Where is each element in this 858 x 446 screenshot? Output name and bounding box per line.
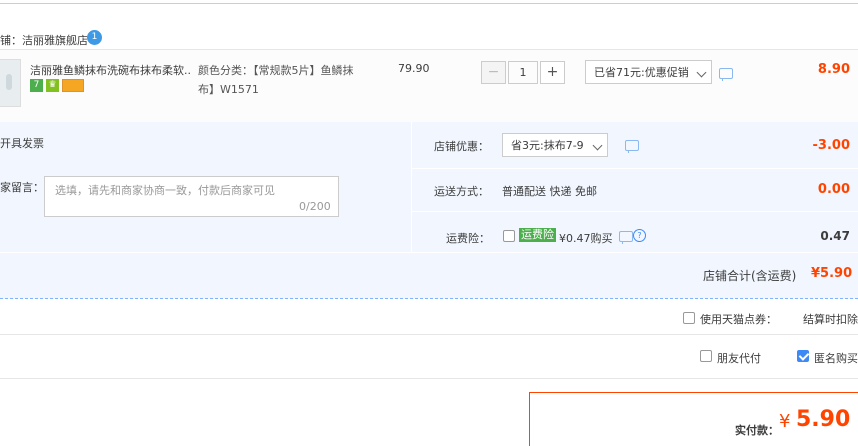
- comment-icon[interactable]: [625, 140, 639, 153]
- service-badges: 7 ♛: [30, 79, 87, 92]
- increase-quantity-button[interactable]: +: [540, 61, 565, 84]
- quality-guarantee-icon[interactable]: ♛: [46, 79, 59, 92]
- wangwang-chat-icon[interactable]: 1: [87, 30, 102, 45]
- shop-discount-value: 省3元:抹布7-9: [511, 139, 584, 152]
- row-divider: [412, 168, 858, 169]
- sku-info: 颜色分类：【常规款5片】鱼鳞抹 布】W1571: [198, 61, 378, 99]
- sku-line-2: 布】W1571: [198, 83, 259, 96]
- chevron-down-icon: [696, 67, 707, 78]
- insurance-checkbox[interactable]: [503, 230, 515, 242]
- memo-char-count: 0/200: [299, 200, 331, 213]
- promotion-select-value: 已省71元:优惠促销: [594, 66, 689, 79]
- shop-discount-label: 店铺优惠：: [434, 140, 489, 153]
- row-divider: [0, 252, 858, 253]
- currency-symbol: ¥: [779, 411, 791, 432]
- shop-discount-select[interactable]: 省3元:抹布7-9: [502, 133, 608, 157]
- friend-pay-label: 朋友代付: [717, 352, 761, 365]
- section-divider: [0, 378, 858, 379]
- memo-placeholder: 选填，请先和商家协商一致，付款后商家可见: [55, 184, 275, 197]
- insurance-label: 运费险：: [446, 232, 490, 245]
- memo-label: 家留言：: [0, 181, 44, 194]
- order-item-row: [0, 49, 858, 123]
- shop-discount-amount: -3.00: [812, 138, 850, 153]
- credit-card-icon[interactable]: [62, 79, 84, 92]
- real-pay-label: 实付款：: [735, 424, 779, 437]
- insurance-amount: 0.47: [820, 229, 850, 243]
- seven-day-return-icon[interactable]: 7: [30, 79, 43, 92]
- row-divider: [412, 211, 858, 212]
- tmall-points-note: 结算时扣除: [803, 313, 858, 326]
- decrease-quantity-button[interactable]: −: [481, 61, 506, 84]
- product-thumbnail[interactable]: [0, 59, 21, 107]
- shop-total-label: 店铺合计(含运费): [703, 269, 797, 283]
- friend-pay-checkbox[interactable]: [700, 350, 712, 362]
- promotion-select[interactable]: 已省71元:优惠促销: [585, 60, 712, 84]
- invoice-link[interactable]: 开具发票: [0, 135, 44, 151]
- shop-total-value: ¥5.90: [811, 266, 853, 281]
- shipping-fee: 0.00: [817, 182, 850, 197]
- anonymous-label: 匿名购买: [814, 352, 858, 365]
- quantity-stepper: − 1 +: [481, 61, 565, 84]
- shipping-label: 运送方式：: [434, 185, 489, 198]
- item-subtotal: 8.90: [817, 62, 850, 77]
- insurance-price: ¥0.47购买: [559, 232, 613, 245]
- comment-icon[interactable]: [719, 68, 733, 81]
- help-icon[interactable]: ?: [633, 229, 646, 242]
- unit-price: 79.90: [398, 62, 430, 75]
- real-pay-amount: 5.90: [796, 407, 851, 432]
- panel-divider: [411, 122, 412, 252]
- shop-name[interactable]: 铺：洁丽雅旗舰店: [0, 32, 88, 48]
- comment-icon[interactable]: [619, 231, 633, 244]
- tmall-points-label: 使用天猫点券：: [700, 313, 777, 326]
- product-title[interactable]: 洁丽雅鱼鳞抹布洗碗布抹布柔软...: [30, 62, 190, 78]
- anonymous-checkbox[interactable]: [797, 350, 809, 362]
- top-divider: [0, 3, 858, 4]
- tmall-points-checkbox[interactable]: [683, 312, 695, 324]
- sku-line-1: 颜色分类：【常规款5片】鱼鳞抹: [198, 64, 354, 77]
- insurance-tag: 运费险: [519, 228, 556, 242]
- quantity-input[interactable]: 1: [508, 61, 538, 84]
- chevron-down-icon: [592, 140, 603, 151]
- shipping-method: 普通配送 快递 免邮: [502, 185, 597, 198]
- section-divider: [0, 334, 858, 335]
